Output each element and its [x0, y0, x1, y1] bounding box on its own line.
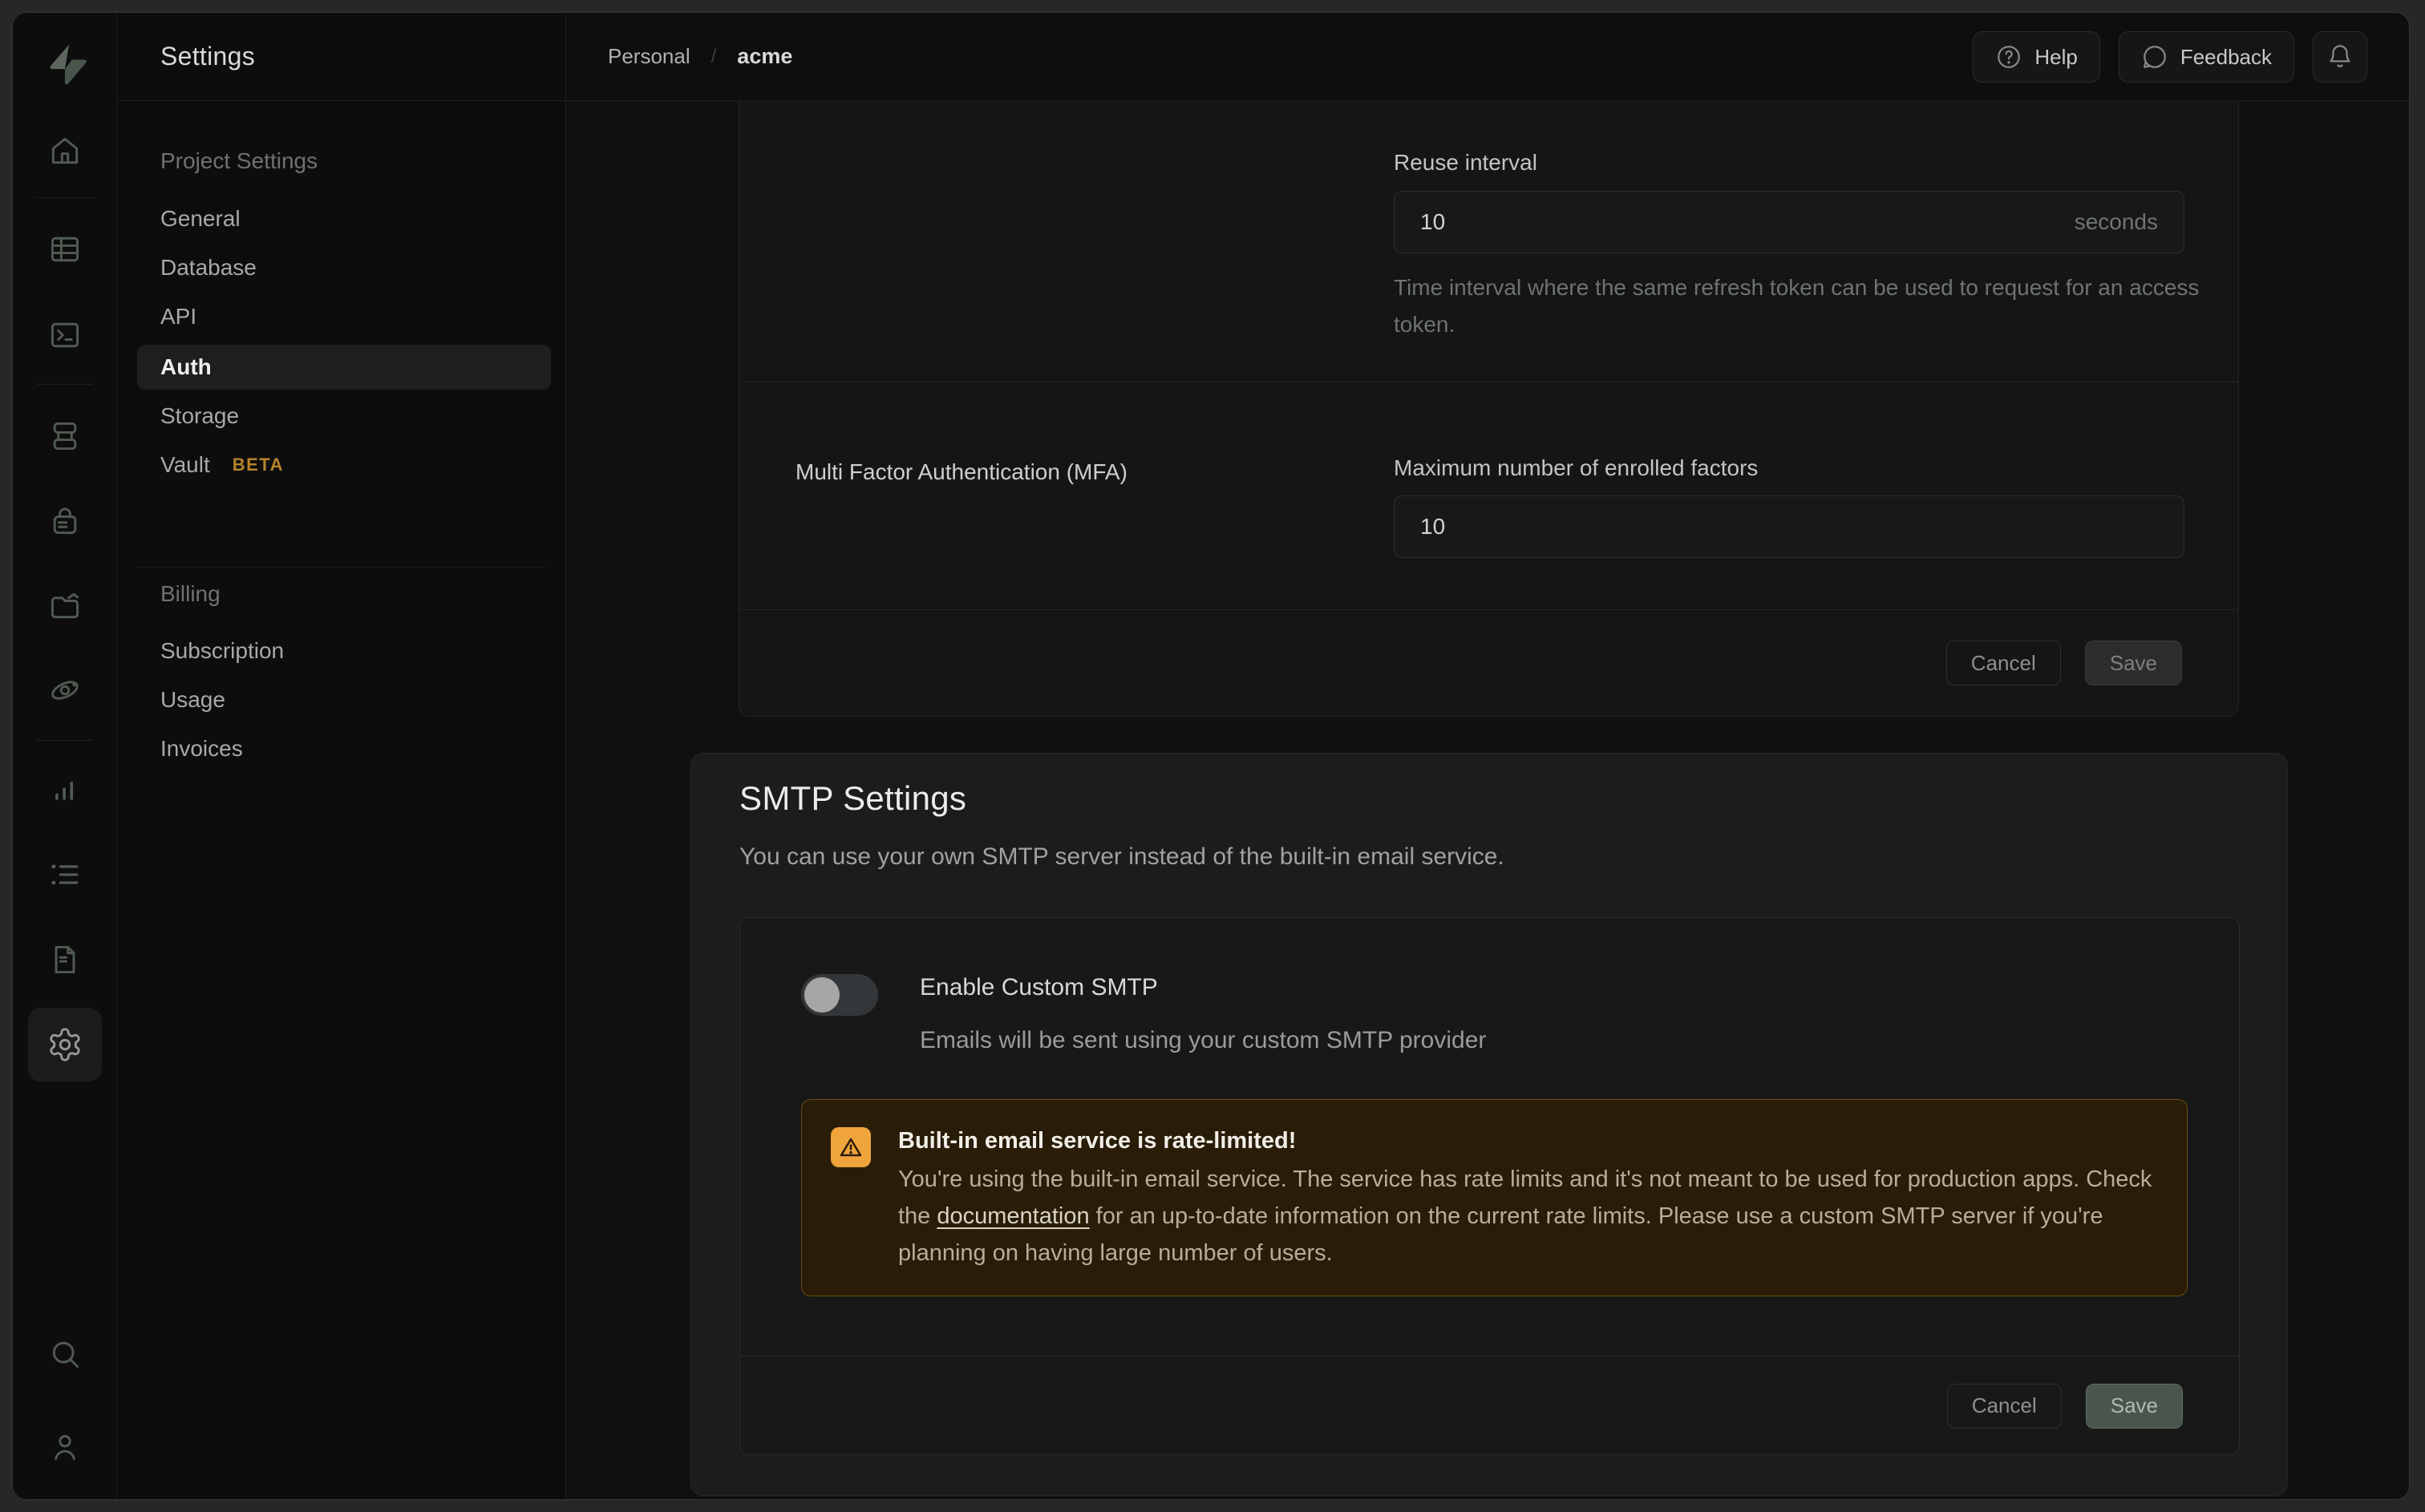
rail-item-sql-editor[interactable] — [47, 317, 83, 353]
breadcrumb-org[interactable]: Personal — [608, 44, 690, 69]
smtp-description: You can use your own SMTP server instead… — [739, 843, 1504, 871]
rail-divider — [37, 384, 93, 385]
app-window: Settings Project Settings General Databa… — [12, 12, 2410, 1500]
warning-icon — [831, 1127, 871, 1167]
reuse-interval-label: Reuse interval — [1394, 147, 1537, 179]
rail-item-settings[interactable] — [28, 1008, 102, 1081]
header-actions: Help Feedback — [1973, 31, 2367, 83]
max-enrolled-factors-field — [1394, 495, 2184, 558]
breadcrumb-separator: / — [711, 46, 717, 68]
smtp-panel: SMTP Settings You can use your own SMTP … — [690, 753, 2288, 1496]
settings-sidebar: Settings Project Settings General Databa… — [117, 13, 566, 1499]
rate-limit-warning: Built-in email service is rate-limited! … — [801, 1099, 2188, 1296]
max-enrolled-factors-input[interactable] — [1395, 514, 2184, 540]
beta-badge: BETA — [233, 447, 284, 483]
lock-icon — [47, 503, 83, 538]
page-title: Settings — [160, 42, 255, 71]
reports-icon — [47, 772, 83, 807]
edge-functions-icon — [47, 673, 83, 708]
rail-divider — [37, 740, 93, 741]
feedback-button[interactable]: Feedback — [2119, 31, 2294, 83]
sidebar-item-subscription[interactable]: Subscription — [160, 633, 284, 669]
smtp-footer: Cancel Save — [740, 1356, 2239, 1455]
smtp-card: Enable Custom SMTP Emails will be sent u… — [739, 917, 2240, 1455]
rail-item-auth[interactable] — [47, 503, 83, 538]
custom-smtp-toggle[interactable] — [801, 974, 878, 1016]
content-scroll-area[interactable]: Reuse interval seconds Time interval whe… — [566, 101, 2409, 1499]
rail-item-user[interactable] — [47, 1429, 83, 1465]
enable-custom-smtp-label: Enable Custom SMTP — [920, 972, 1158, 1004]
home-icon — [47, 133, 83, 168]
rail-item-search[interactable] — [47, 1336, 83, 1372]
smtp-save-button[interactable]: Save — [2086, 1384, 2183, 1429]
rail-item-edge-functions[interactable] — [47, 673, 83, 708]
storage-icon — [47, 588, 83, 623]
help-icon — [1995, 43, 2022, 71]
feedback-button-label: Feedback — [2180, 45, 2272, 70]
smtp-cancel-button[interactable]: Cancel — [1947, 1384, 2062, 1429]
rail-item-reports[interactable] — [47, 772, 83, 807]
rail-item-table-editor[interactable] — [47, 232, 83, 267]
gear-icon — [47, 1026, 83, 1063]
docs-icon — [47, 942, 83, 977]
enable-custom-smtp-description: Emails will be sent using your custom SM… — [920, 1025, 1486, 1057]
main-area: Personal / acme Help Feedback — [566, 13, 2409, 1499]
documentation-link[interactable]: documentation — [937, 1203, 1089, 1229]
warning-content: Built-in email service is rate-limited! … — [898, 1124, 2158, 1271]
warning-body: You're using the built-in email service.… — [898, 1161, 2158, 1271]
screen: Settings Project Settings General Databa… — [0, 0, 2425, 1512]
sidebar-item-vault[interactable]: Vault BETA — [160, 447, 284, 483]
sidebar-item-invoices[interactable]: Invoices — [160, 731, 243, 766]
auth-form-card: Reuse interval seconds Time interval whe… — [739, 101, 2239, 717]
nav-section-project-settings: Project Settings — [160, 144, 318, 179]
auth-form-footer: Cancel Save — [739, 609, 2238, 716]
sidebar-item-database[interactable]: Database — [160, 250, 257, 285]
notifications-button[interactable] — [2313, 31, 2367, 83]
reuse-interval-unit: seconds — [2075, 209, 2184, 235]
toggle-knob — [804, 977, 840, 1013]
help-button-label: Help — [2034, 45, 2077, 70]
nav-divider — [136, 567, 546, 568]
sidebar-item-label: Auth — [160, 354, 212, 380]
logs-icon — [47, 857, 83, 892]
mfa-section-label: Multi Factor Authentication (MFA) — [796, 456, 1127, 488]
rail-divider — [37, 197, 93, 198]
main-header: Personal / acme Help Feedback — [566, 13, 2409, 101]
smtp-title: SMTP Settings — [739, 776, 966, 821]
user-icon — [47, 1429, 83, 1465]
feedback-icon — [2141, 43, 2168, 71]
save-button[interactable]: Save — [2085, 641, 2182, 685]
database-icon — [47, 418, 83, 454]
search-icon — [47, 1336, 83, 1372]
rail-item-storage[interactable] — [47, 588, 83, 623]
nav-section-billing: Billing — [160, 576, 221, 612]
breadcrumb-project[interactable]: acme — [737, 44, 792, 69]
sql-editor-icon — [47, 317, 83, 353]
max-enrolled-factors-label: Maximum number of enrolled factors — [1394, 452, 1758, 484]
sidebar-item-general[interactable]: General — [160, 201, 241, 237]
sidebar-item-api[interactable]: API — [160, 299, 196, 334]
rail-item-database[interactable] — [47, 418, 83, 454]
sidebar-item-auth[interactable]: Auth — [137, 345, 551, 390]
sidebar-item-label: Vault — [160, 447, 210, 483]
rail-item-logs[interactable] — [47, 857, 83, 892]
sidebar-rail — [13, 13, 117, 1499]
sidebar-item-storage[interactable]: Storage — [160, 398, 239, 434]
reuse-interval-help: Time interval where the same refresh tok… — [1394, 269, 2204, 343]
help-button[interactable]: Help — [1973, 31, 2099, 83]
bell-icon — [2326, 43, 2354, 71]
rail-item-home[interactable] — [47, 133, 83, 168]
settings-sidebar-header: Settings — [117, 13, 565, 101]
warning-title: Built-in email service is rate-limited! — [898, 1124, 2158, 1158]
table-editor-icon — [47, 232, 83, 267]
reuse-interval-field: seconds — [1394, 191, 2184, 253]
sidebar-item-usage[interactable]: Usage — [160, 682, 225, 718]
reuse-interval-input[interactable] — [1395, 209, 2075, 235]
supabase-logo-icon — [45, 42, 87, 87]
cancel-button[interactable]: Cancel — [1946, 641, 2061, 685]
rail-item-docs[interactable] — [47, 942, 83, 977]
